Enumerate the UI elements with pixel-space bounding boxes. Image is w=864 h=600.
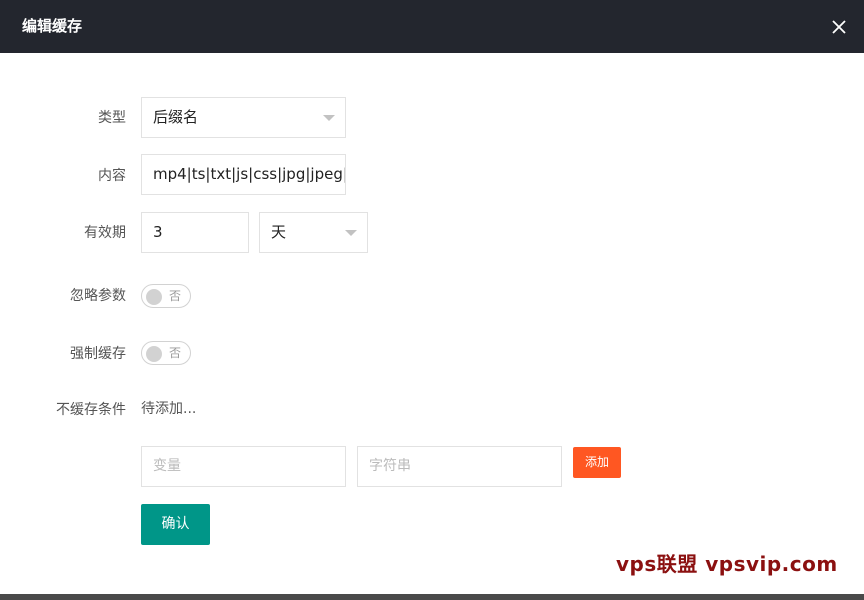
expiry-label: 有效期 [84,225,126,241]
expiry-unit-select[interactable]: 天 [259,212,368,253]
add-condition-button[interactable]: 添加 [573,447,621,478]
force-cache-switch[interactable]: 否 [141,341,191,365]
chevron-down-icon [345,230,357,236]
variable-input[interactable]: 变量 [141,446,346,487]
dialog-title: 编辑缓存 [22,17,83,35]
content-input[interactable]: mp4|ts|txt|js|css|jpg|jpeg|gif|png [141,154,346,195]
expiry-input[interactable]: 3 [141,212,249,253]
switch-knob [146,346,162,362]
confirm-button[interactable]: 确认 [141,504,210,545]
no-cache-pending: 待添加... [141,401,197,417]
type-label: 类型 [98,110,126,126]
bottom-border [0,594,864,600]
string-input[interactable]: 字符串 [357,446,562,487]
expiry-unit-value: 天 [271,223,287,241]
type-select-value: 后缀名 [153,108,199,126]
content-label: 内容 [98,168,126,184]
no-cache-label: 不缓存条件 [56,402,126,418]
watermark: vps联盟 vpsvip.com [616,552,838,576]
close-icon[interactable] [828,16,850,38]
ignore-params-label: 忽略参数 [70,288,126,304]
chevron-down-icon [323,115,335,121]
switch-text: 否 [169,289,182,303]
ignore-params-switch[interactable]: 否 [141,284,191,308]
switch-knob [146,289,162,305]
dialog-header: 编辑缓存 [0,0,864,53]
switch-text: 否 [169,346,182,360]
force-cache-label: 强制缓存 [70,346,126,362]
type-select[interactable]: 后缀名 [141,97,346,138]
